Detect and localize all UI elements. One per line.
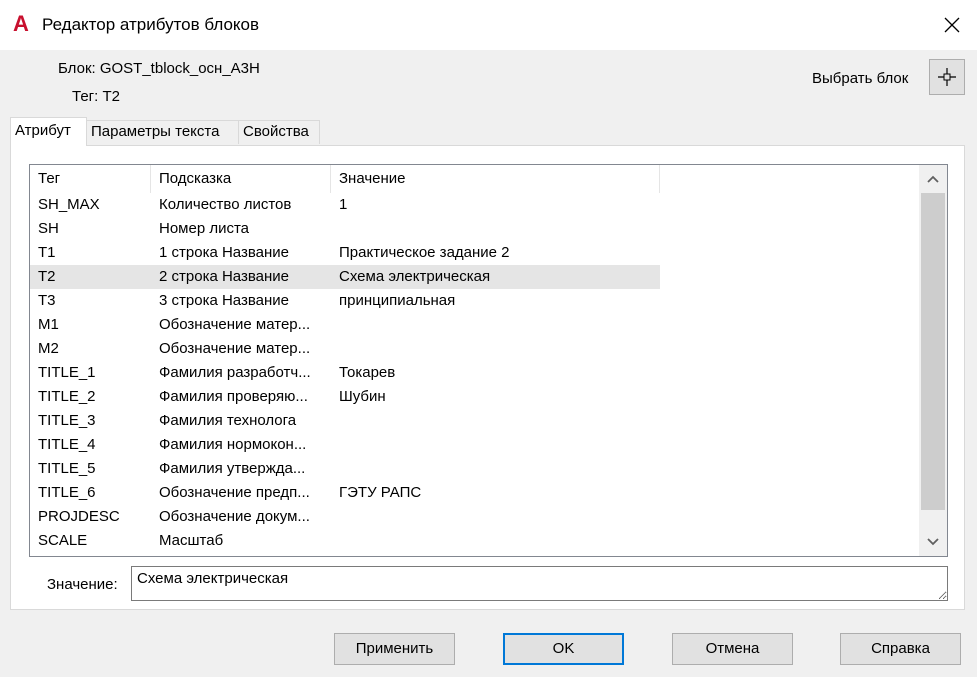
- autocad-logo-icon: A: [13, 11, 29, 36]
- scroll-up-button[interactable]: [919, 165, 947, 193]
- cell-prompt: Обозначение предп...: [159, 484, 310, 501]
- cell-value: 1: [339, 196, 348, 213]
- table-row[interactable]: TITLE_2 Фамилия проверяю... Шубин: [30, 385, 660, 409]
- cell-value: [331, 337, 660, 361]
- table-row[interactable]: T3 3 строка Название принципиальная: [30, 289, 660, 313]
- cell-value: [331, 457, 660, 481]
- tab-properties[interactable]: Свойства: [238, 120, 320, 144]
- cell-tag: M2: [38, 340, 59, 357]
- table-row[interactable]: SCALE Масштаб: [30, 529, 660, 553]
- cell-tag: SCALE: [38, 532, 88, 549]
- cell-tag: TITLE_5: [38, 460, 96, 477]
- scroll-thumb[interactable]: [921, 193, 945, 510]
- pick-block-button[interactable]: [929, 59, 965, 95]
- table-row[interactable]: PROJDESC Обозначение докум...: [30, 505, 660, 529]
- cell-tag: T3: [38, 292, 56, 309]
- close-icon: [944, 17, 960, 33]
- cancel-button[interactable]: Отмена: [672, 633, 793, 665]
- chevron-down-icon: [927, 538, 939, 546]
- table-row[interactable]: M2 Обозначение матер...: [30, 337, 660, 361]
- table-row[interactable]: TITLE_5 Фамилия утвержда...: [30, 457, 660, 481]
- cell-prompt: Фамилия разработч...: [159, 364, 311, 381]
- tag-name-label: Тег: T2: [72, 88, 120, 105]
- block-name-label: Блок: GOST_tblock_осн_A3H: [58, 60, 260, 77]
- value-input[interactable]: [131, 566, 948, 601]
- table-row[interactable]: TITLE_4 Фамилия нормокон...: [30, 433, 660, 457]
- cell-tag: TITLE_4: [38, 436, 96, 453]
- attribute-list[interactable]: Тег Подсказка Значение SH_MAX Количество …: [29, 164, 948, 557]
- cell-tag: TITLE_3: [38, 412, 96, 429]
- cell-tag: T2: [38, 268, 56, 285]
- cell-value: ГЭТУ РАПС: [339, 484, 422, 501]
- cell-value: Практическое задание 2: [339, 244, 510, 261]
- table-row[interactable]: TITLE_3 Фамилия технолога: [30, 409, 660, 433]
- window-title: Редактор атрибутов блоков: [42, 15, 260, 34]
- pick-block-label: Выбрать блок: [812, 70, 909, 87]
- cell-value: Схема электрическая: [339, 268, 491, 285]
- cell-value: [331, 433, 660, 457]
- cell-prompt: Обозначение докум...: [159, 508, 310, 525]
- cell-value: [331, 217, 660, 241]
- cell-value: [331, 409, 660, 433]
- cell-tag: T1: [38, 244, 56, 261]
- cell-prompt: Фамилия технолога: [159, 412, 297, 429]
- help-button[interactable]: Справка: [840, 633, 961, 665]
- cell-prompt: Масштаб: [159, 532, 224, 549]
- ok-button[interactable]: OK: [503, 633, 624, 665]
- table-row[interactable]: M1 Обозначение матер...: [30, 313, 660, 337]
- cell-prompt: Номер листа: [159, 220, 250, 237]
- cell-prompt: 1 строка Название: [159, 244, 289, 261]
- tab-text-options[interactable]: Параметры текста: [86, 120, 239, 144]
- cell-tag: SH: [38, 220, 59, 237]
- cell-prompt: Фамилия утвержда...: [159, 460, 306, 477]
- cell-prompt: Количество листов: [159, 196, 292, 213]
- title-bar: A Редактор атрибутов блоков: [0, 0, 977, 50]
- cell-tag: TITLE_1: [38, 364, 96, 381]
- table-row[interactable]: TITLE_6 Обозначение предп... ГЭТУ РАПС: [30, 481, 660, 505]
- vertical-scrollbar[interactable]: [919, 165, 947, 556]
- chevron-up-icon: [927, 175, 939, 183]
- cell-value: принципиальная: [339, 292, 456, 309]
- cell-prompt: Обозначение матер...: [159, 316, 311, 333]
- table-row[interactable]: T1 1 строка Название Практическое задание …: [30, 241, 660, 265]
- table-row[interactable]: SH Номер листа: [30, 217, 660, 241]
- cell-prompt: Фамилия проверяю...: [159, 388, 308, 405]
- table-row[interactable]: T2 2 строка Название Схема электрическая: [30, 265, 660, 289]
- cell-tag: M1: [38, 316, 59, 333]
- scroll-down-button[interactable]: [919, 528, 947, 556]
- column-header-tag[interactable]: Тег: [30, 165, 151, 193]
- cell-value: Шубин: [339, 388, 386, 405]
- cell-value: [331, 313, 660, 337]
- table-row[interactable]: SH_MAX Количество листов 1: [30, 193, 660, 217]
- cell-value: [331, 505, 660, 529]
- cell-value: Токарев: [339, 364, 396, 381]
- column-header-value[interactable]: Значение: [331, 165, 660, 193]
- cell-tag: SH_MAX: [38, 196, 100, 213]
- cell-prompt: Обозначение матер...: [159, 340, 311, 357]
- table-row[interactable]: TITLE_1 Фамилия разработч... Токарев: [30, 361, 660, 385]
- cell-prompt: 3 строка Название: [159, 292, 289, 309]
- apply-button[interactable]: Применить: [334, 633, 455, 665]
- close-button[interactable]: [927, 0, 977, 50]
- cell-value: [331, 529, 660, 553]
- cell-prompt: Фамилия нормокон...: [159, 436, 307, 453]
- tab-attribute[interactable]: Атрибут: [10, 117, 87, 146]
- cell-tag: TITLE_2: [38, 388, 96, 405]
- cell-tag: PROJDESC: [38, 508, 120, 525]
- column-header-prompt[interactable]: Подсказка: [151, 165, 331, 193]
- value-label: Значение:: [47, 576, 118, 593]
- cell-tag: TITLE_6: [38, 484, 96, 501]
- cell-prompt: 2 строка Название: [159, 268, 289, 285]
- list-header: Тег Подсказка Значение: [30, 165, 660, 193]
- crosshair-icon: [938, 68, 956, 86]
